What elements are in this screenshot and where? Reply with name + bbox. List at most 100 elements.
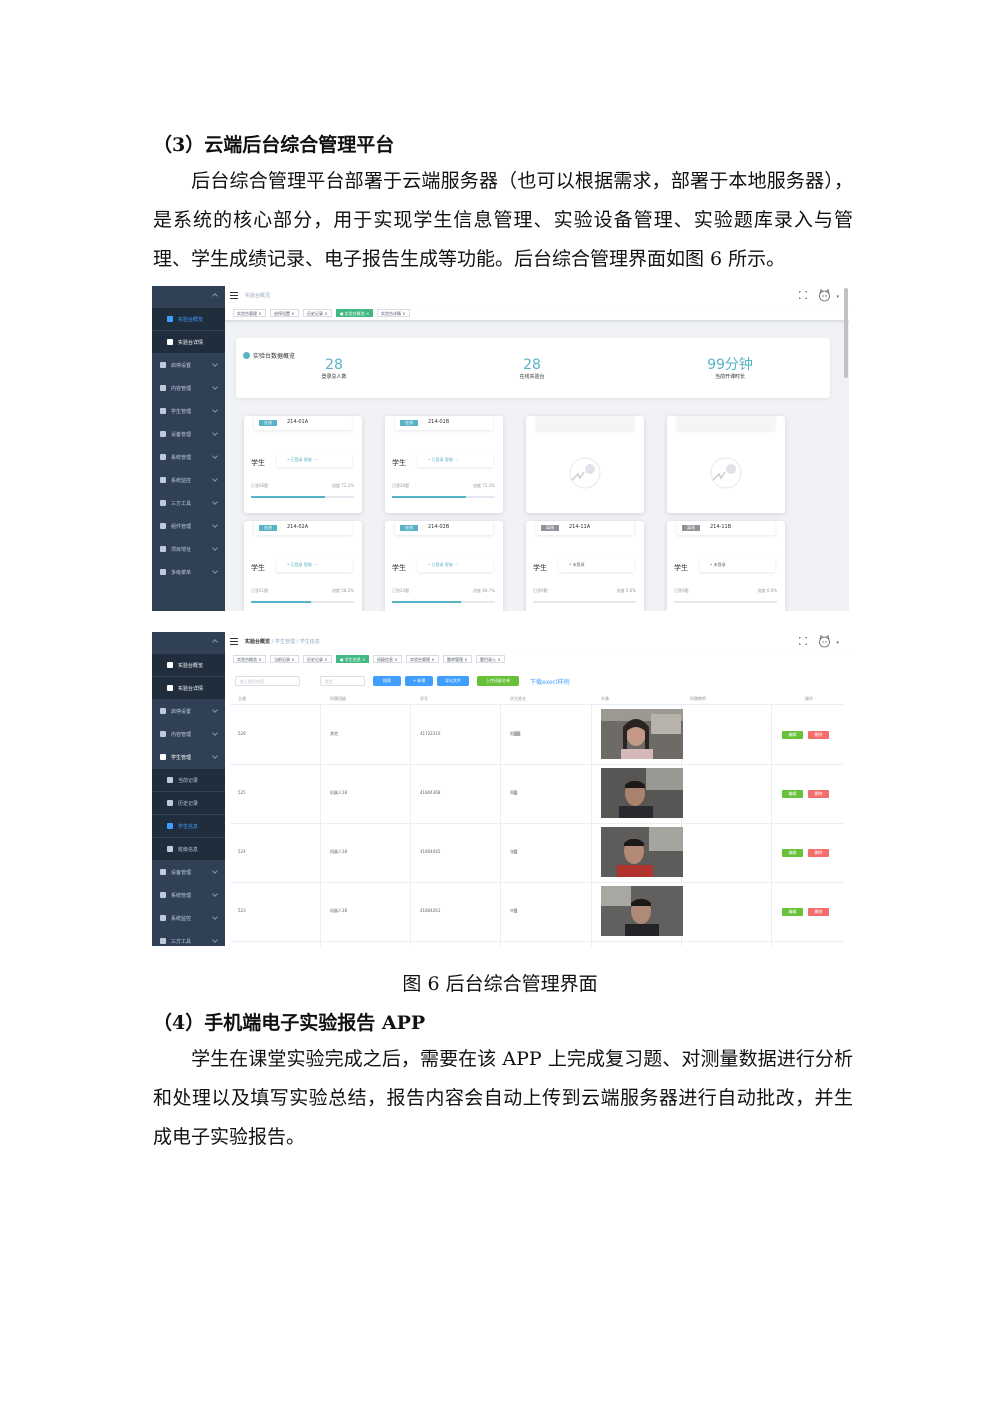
sidebar-item[interactable]: 实验台概览: [152, 654, 225, 676]
sidebar-item-label: 系统监控: [171, 477, 192, 484]
tag-view-item[interactable]: ● 学生信息 ×: [336, 655, 370, 663]
sidebar-item[interactable]: 内容管理: [152, 723, 225, 745]
edit-button[interactable]: 编辑: [782, 790, 803, 798]
sidebar-item[interactable]: 学生管理: [152, 400, 225, 422]
sidebar-item-label: 多级菜单: [171, 569, 192, 576]
sidebar-item[interactable]: 实验台概览: [152, 308, 225, 330]
delete-button[interactable]: 删除: [808, 731, 829, 739]
sidebar-item[interactable]: 实验台详情: [152, 677, 225, 699]
student-label: 学生: [392, 564, 406, 572]
search-button[interactable]: 搜索: [373, 676, 401, 686]
type-select[interactable]: 类型: [320, 676, 365, 686]
delete-button[interactable]: 删除: [808, 849, 829, 857]
tag-view-item[interactable]: 实验台概览 ×: [233, 655, 266, 663]
sidebar-item[interactable]: 三方工具: [152, 492, 225, 514]
tag-view-item[interactable]: 实验台详情 ×: [377, 309, 410, 317]
chevron-down-icon: [212, 568, 218, 574]
chevron-down-icon: [212, 730, 218, 736]
sidebar-item[interactable]: 实验台详情: [152, 331, 225, 353]
sidebar-item[interactable]: 当前记录: [152, 769, 225, 791]
avatar[interactable]: [818, 635, 831, 648]
sidebar-item[interactable]: 组件管理: [152, 515, 225, 537]
tag-view-item[interactable]: 历史记录 ×: [303, 655, 332, 663]
tag-view-item[interactable]: 实验台管理 ×: [406, 655, 439, 663]
chevron-down-icon[interactable]: ▾: [836, 640, 839, 646]
bench-card[interactable]: 在线 214-01B 学生 • 已登录 智能 ··· 已答26题 进度 72.2%: [385, 416, 503, 513]
tag-view-item[interactable]: 历史记录 ×: [303, 309, 332, 317]
sidebar-item[interactable]: 系统管理: [152, 884, 225, 906]
sidebar-item[interactable]: 历史记录: [152, 792, 225, 814]
fullscreen-icon[interactable]: [799, 291, 807, 299]
export-button[interactable]: 导出文件: [437, 676, 469, 686]
bench-card[interactable]: 离线 214-11B 学生 • 未登录 已答0题 进度 0.0%: [667, 521, 785, 611]
fullscreen-icon[interactable]: [799, 637, 807, 645]
sidebar-item[interactable]: 设备管理: [152, 423, 225, 445]
tag-view-item[interactable]: 题目录入 ×: [476, 655, 505, 663]
sidebar-item[interactable]: 设备管理: [152, 861, 225, 883]
progress-text: 进度 66.7%: [473, 588, 495, 593]
scrollbar[interactable]: [844, 288, 848, 378]
bench-card[interactable]: 离线 214-11A 学生 • 未登录 已答0题 进度 0.0%: [526, 521, 644, 611]
chevron-down-icon: [212, 453, 218, 459]
sidebar-item-label: 实验台详情: [178, 339, 204, 346]
sidebar-item-label: 内容管理: [171, 385, 192, 392]
tag-view-item[interactable]: 当前记录 ×: [270, 655, 299, 663]
sidebar-item[interactable]: 多级菜单: [152, 561, 225, 583]
sidebar-item[interactable]: 三方工具: [152, 930, 225, 946]
tag-view-item[interactable]: ● 实验台概览 ×: [336, 309, 374, 317]
sidebar-item[interactable]: 启停设置: [152, 700, 225, 722]
sidebar-item-label: 学生管理: [171, 754, 192, 761]
sidebar-item[interactable]: 系统监控: [152, 469, 225, 491]
power-icon: [160, 708, 166, 714]
sidebar-item[interactable]: 内容管理: [152, 377, 225, 399]
status-badge: 在线: [259, 525, 277, 531]
table-row: 523 机器人18 41804261 许▒ 编辑 删除: [230, 882, 844, 942]
edit-button[interactable]: 编辑: [782, 908, 803, 916]
avatar[interactable]: [818, 289, 831, 302]
hamburger-icon[interactable]: [230, 292, 238, 299]
add-button[interactable]: + 新增: [405, 676, 433, 686]
delete-button[interactable]: 删除: [808, 908, 829, 916]
sidebar-item[interactable]: 学生信息: [152, 815, 225, 837]
sidebar-item-label: 学生管理: [171, 408, 192, 415]
sidebar-item-label: 启停设置: [171, 708, 192, 715]
delete-button[interactable]: 删除: [808, 790, 829, 798]
dashboard-icon: [167, 685, 173, 691]
chevron-down-icon: [212, 891, 218, 897]
edit-button[interactable]: 编辑: [782, 731, 803, 739]
summary-panel: 实验台数据概览 28 登录总人数 28 在线实验台 99分钟 当前开课时长: [236, 338, 830, 398]
breadcrumb: 实验台概况: [245, 293, 271, 299]
student-label: 学生: [533, 564, 547, 572]
sidebar-item-label: 系统管理: [171, 892, 192, 899]
sidebar-item[interactable]: 系统管理: [152, 446, 225, 468]
bench-card[interactable]: 在线 214-02A 学生 • 已登录 智能 ··· 已答21题 进度 58.3%: [244, 521, 362, 611]
progress-bar: [674, 601, 777, 603]
hamburger-icon[interactable]: [230, 638, 238, 645]
chevron-down-icon[interactable]: ▾: [836, 294, 839, 300]
sidebar-item[interactable]: 班级信息: [152, 838, 225, 860]
upload-class-list-button[interactable]: 上传班级名单: [477, 676, 519, 686]
sidebar-item[interactable]: 启停设置: [152, 354, 225, 376]
bench-card[interactable]: 在线 214-01A 学生 • 已登录 智能 ··· 已答26题 进度 72.2%: [244, 416, 362, 513]
power-icon: [160, 362, 166, 368]
bench-card[interactable]: 在线 214-02B 学生 • 已登录 智能 ··· 已答24题 进度 66.7%: [385, 521, 503, 611]
tag-view-item[interactable]: 启停设置 ×: [270, 309, 299, 317]
link-icon: [167, 846, 173, 852]
tags-view: 实验台管理 × 启停设置 × 历史记录 × ● 实验台概览 × 实验台详情 ×: [225, 306, 849, 321]
chevron-down-icon: [212, 707, 218, 713]
sidebar-item[interactable]: 学生管理: [152, 746, 225, 768]
edit-button[interactable]: 编辑: [782, 849, 803, 857]
chevron-down-icon: [212, 430, 218, 436]
tag-view-item[interactable]: 班级信息 ×: [373, 655, 402, 663]
sidebar-item[interactable]: 项目地址: [152, 538, 225, 560]
sidebar-item[interactable]: 系统监控: [152, 907, 225, 929]
search-input[interactable]: 输入搜索内容: [235, 676, 300, 686]
sidebar-item-label: 三方工具: [171, 500, 192, 507]
download-sample-link[interactable]: 下载execl样例: [530, 677, 570, 686]
tag-view-item[interactable]: 实验台管理 ×: [233, 309, 266, 317]
status-badge: 在线: [259, 420, 277, 426]
tag-view-item[interactable]: 题库管理 ×: [443, 655, 472, 663]
column-header: 主键: [238, 696, 246, 701]
card-icon: [167, 823, 173, 829]
sidebar: 实验台概览 实验台详情启停设置内容管理学生管理当前记录 历史记录 学生信息 班级信息 设备…: [152, 632, 225, 946]
